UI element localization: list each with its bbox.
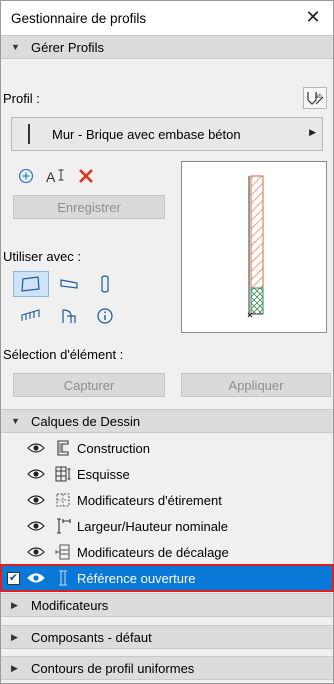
section-label: Composants - défaut xyxy=(31,629,152,645)
wall-icon xyxy=(21,276,40,292)
use-with-opening-button[interactable] xyxy=(51,303,87,329)
element-selection-label: Sélection d'élément : xyxy=(3,347,124,362)
opening-icon xyxy=(62,309,76,323)
opening-reference-icon xyxy=(53,569,73,587)
section-label: Gérer Profils xyxy=(31,39,104,55)
section-modificateurs[interactable]: ▶ Modificateurs xyxy=(1,593,333,617)
sketch-layer-icon xyxy=(53,465,73,483)
eye-icon[interactable] xyxy=(27,546,49,558)
layer-name: Esquisse xyxy=(77,466,130,482)
layer-row[interactable]: Modificateurs d'étirement xyxy=(1,487,333,513)
chevron-right-icon: ▶ xyxy=(11,631,18,642)
layer-checkbox[interactable]: ✔ xyxy=(7,571,25,585)
section-label: Calques de Dessin xyxy=(31,413,141,429)
use-with-label: Utiliser avec : xyxy=(3,249,82,264)
eye-icon[interactable] xyxy=(27,520,49,532)
use-with-wall-button[interactable] xyxy=(13,271,49,297)
beam-icon xyxy=(60,279,78,289)
layer-name: Construction xyxy=(77,440,150,456)
nominal-size-icon xyxy=(53,517,73,535)
layer-row-selected[interactable]: ✔ Référence ouverture xyxy=(0,564,334,592)
profile-preview-drawing xyxy=(247,175,264,318)
rename-icon: A xyxy=(46,169,64,185)
close-button[interactable]: ✕ xyxy=(303,7,323,28)
section-label: Modificateurs xyxy=(31,597,109,613)
chevron-right-icon: ▶ xyxy=(11,599,18,610)
svg-text:A: A xyxy=(46,169,56,185)
chevron-down-icon: ▼ xyxy=(11,416,20,426)
profile-row: Profil : ab xyxy=(1,87,333,111)
rename-profile-button[interactable]: A xyxy=(41,165,71,187)
apply-button[interactable]: Appliquer xyxy=(181,373,331,397)
column-icon xyxy=(101,275,109,293)
construction-layer-icon xyxy=(53,439,73,457)
add-profile-button[interactable] xyxy=(11,165,41,187)
window-title: Gestionnaire de profils xyxy=(11,10,147,26)
eye-icon[interactable] xyxy=(27,442,49,454)
layer-row[interactable]: Modificateurs de décalage xyxy=(1,539,333,565)
section-calques[interactable]: ▼ Calques de Dessin xyxy=(1,409,333,433)
info-icon xyxy=(97,308,113,324)
profile-settings-button[interactable]: ab xyxy=(303,87,327,109)
profile-preview xyxy=(181,161,327,333)
add-icon xyxy=(18,168,34,184)
profile-dropdown[interactable]: Mur - Brique avec embase béton ▶ xyxy=(11,117,323,151)
use-with-column-button[interactable] xyxy=(87,271,123,297)
capture-button[interactable]: Capturer xyxy=(13,373,165,397)
profile-label: Profil : xyxy=(3,91,40,106)
railing-icon xyxy=(21,309,40,321)
chevron-right-icon: ▶ xyxy=(309,127,316,137)
eye-icon[interactable] xyxy=(27,572,49,584)
offset-modifier-icon xyxy=(53,543,73,561)
section-composants[interactable]: ▶ Composants - défaut xyxy=(1,625,333,649)
delete-profile-button[interactable] xyxy=(71,165,101,187)
use-with-beam-button[interactable] xyxy=(51,271,87,297)
stretch-modifier-icon xyxy=(53,491,73,509)
profile-manager-window: Gestionnaire de profils ✕ ▼ Gérer Profil… xyxy=(0,0,334,684)
title-bar: Gestionnaire de profils ✕ xyxy=(1,1,333,35)
use-with-railing-button[interactable] xyxy=(13,303,49,329)
profile-tools: A xyxy=(11,165,101,187)
use-with-info-button[interactable] xyxy=(87,303,123,329)
save-button[interactable]: Enregistrer xyxy=(13,195,165,219)
layer-row[interactable]: Largeur/Hauteur nominale xyxy=(1,513,333,539)
profile-selected-value: Mur - Brique avec embase béton xyxy=(52,126,241,142)
section-label: Contours de profil uniformes xyxy=(31,660,195,676)
profile-swatch xyxy=(28,124,30,144)
layer-name: Référence ouverture xyxy=(77,570,196,586)
eye-icon[interactable] xyxy=(27,494,49,506)
profile-settings-icon: ab xyxy=(307,92,324,105)
layer-name: Modificateurs de décalage xyxy=(77,544,229,560)
layer-row[interactable]: Construction xyxy=(1,435,333,461)
layer-row[interactable]: Esquisse xyxy=(1,461,333,487)
checkmark-icon: ✔ xyxy=(7,571,20,585)
section-contours[interactable]: ▶ Contours de profil uniformes xyxy=(1,656,333,680)
eye-icon[interactable] xyxy=(27,468,49,480)
delete-icon xyxy=(79,169,93,183)
chevron-right-icon: ▶ xyxy=(11,662,18,673)
chevron-down-icon: ▼ xyxy=(11,42,20,52)
layer-name: Largeur/Hauteur nominale xyxy=(77,518,229,534)
layer-name: Modificateurs d'étirement xyxy=(77,492,222,508)
section-gerer-profils[interactable]: ▼ Gérer Profils xyxy=(1,35,333,59)
